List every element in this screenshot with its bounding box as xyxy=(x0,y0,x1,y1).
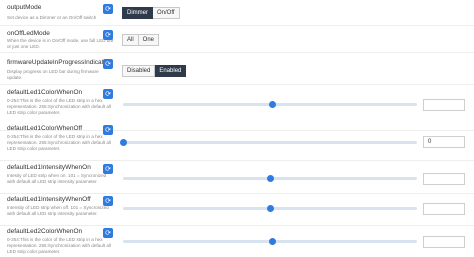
one-option-button[interactable]: One xyxy=(138,34,160,46)
divider xyxy=(0,52,474,53)
output-mode-toggle: Dimmer On/Off xyxy=(122,7,180,19)
enabled-option-button[interactable]: Enabled xyxy=(155,65,187,77)
setting-title: defaultLed1ColorWhenOff xyxy=(7,125,83,132)
led1-color-on-input[interactable] xyxy=(423,99,465,111)
dimmer-option-button[interactable]: Dimmer xyxy=(122,7,153,19)
setting-title: firmwareUpdateInProgressIndicator xyxy=(7,59,110,66)
refresh-icon: ⟳ xyxy=(105,5,111,13)
setting-description: 0-254:This is the color of the LED strip… xyxy=(7,134,111,151)
led1-intensity-off-slider[interactable] xyxy=(123,205,417,212)
divider xyxy=(0,225,474,226)
divider xyxy=(0,160,474,161)
refresh-button[interactable]: ⟳ xyxy=(103,228,113,238)
refresh-icon: ⟳ xyxy=(105,60,111,68)
led1-color-on-slider[interactable] xyxy=(123,101,417,108)
led1-intensity-on-input[interactable] xyxy=(423,173,465,185)
refresh-icon: ⟳ xyxy=(105,165,111,173)
setting-title: defaultLed2ColorWhenOn xyxy=(7,228,83,235)
refresh-icon: ⟳ xyxy=(105,31,111,39)
slider-thumb[interactable] xyxy=(119,139,127,146)
led2-color-on-input[interactable] xyxy=(423,236,465,248)
setting-title: defaultLed1ColorWhenOn xyxy=(7,89,83,96)
refresh-icon: ⟳ xyxy=(105,90,111,98)
refresh-button[interactable]: ⟳ xyxy=(103,196,113,206)
refresh-button[interactable]: ⟳ xyxy=(103,30,113,40)
setting-description: When the device is in On/Off mode, use f… xyxy=(7,38,114,49)
divider xyxy=(0,84,474,85)
refresh-button[interactable]: ⟳ xyxy=(103,164,113,174)
setting-title: defaultLed1IntensityWhenOff xyxy=(7,196,91,203)
slider-thumb[interactable] xyxy=(269,238,277,245)
slider-thumb[interactable] xyxy=(266,205,274,212)
setting-description: Intensity of LED strip when off. 101 = S… xyxy=(7,205,109,216)
refresh-icon: ⟳ xyxy=(105,197,111,205)
slider-thumb[interactable] xyxy=(269,101,277,108)
disabled-option-button[interactable]: Disabled xyxy=(122,65,156,77)
firmware-indicator-toggle: Disabled Enabled xyxy=(122,65,187,77)
setting-title: defaultLed1IntensityWhenOn xyxy=(7,164,91,171)
refresh-icon: ⟳ xyxy=(105,126,111,134)
setting-description: Display progress on LED bar during firmw… xyxy=(7,69,99,80)
setting-title: onOffLedMode xyxy=(7,30,50,37)
slider-thumb[interactable] xyxy=(266,175,274,182)
led1-intensity-on-slider[interactable] xyxy=(123,175,417,182)
refresh-button[interactable]: ⟳ xyxy=(103,59,113,69)
on-off-option-button[interactable]: On/Off xyxy=(153,7,180,19)
led1-color-off-input[interactable]: 0 xyxy=(423,136,465,148)
refresh-icon: ⟳ xyxy=(105,229,111,237)
all-option-button[interactable]: All xyxy=(122,34,139,46)
setting-description: Intesity of LED strip when on. 101 = Syn… xyxy=(7,173,107,184)
divider xyxy=(0,25,474,26)
refresh-button[interactable]: ⟳ xyxy=(103,4,113,14)
refresh-button[interactable]: ⟳ xyxy=(103,89,113,99)
refresh-button[interactable]: ⟳ xyxy=(103,125,113,135)
led1-color-off-slider[interactable] xyxy=(119,139,417,146)
led1-intensity-off-input[interactable] xyxy=(423,203,465,215)
setting-description: Set device as a Dimmer or an On/Off swit… xyxy=(7,15,97,20)
setting-description: 0-254:This is the color of the LED strip… xyxy=(7,98,111,115)
setting-description: 0-254:This is the color of the LED strip… xyxy=(7,237,111,254)
settings-panel: outputMode Set device as a Dimmer or an … xyxy=(0,0,474,257)
setting-title: outputMode xyxy=(7,4,42,11)
led-mode-toggle: All One xyxy=(122,34,160,46)
divider xyxy=(0,193,474,194)
led2-color-on-slider[interactable] xyxy=(123,238,417,245)
